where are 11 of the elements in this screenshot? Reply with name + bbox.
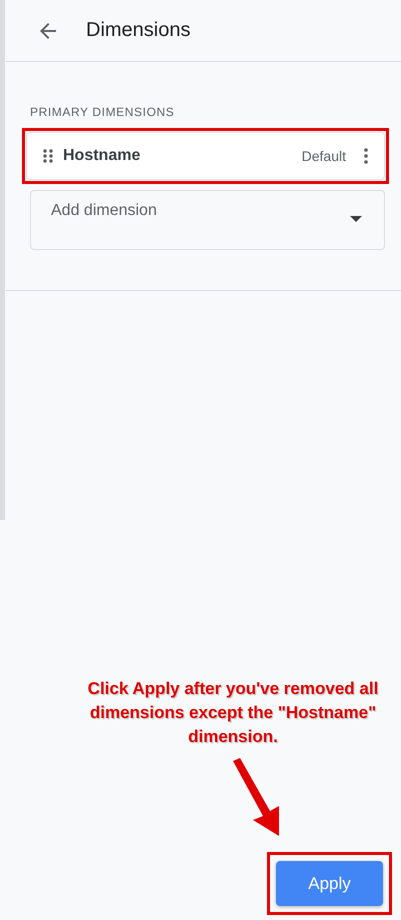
dimension-item[interactable]: Hostname Default <box>26 132 385 180</box>
drag-handle-icon[interactable] <box>43 149 53 163</box>
section-label: PRIMARY DIMENSIONS <box>30 105 176 119</box>
annotation-text: Click Apply after you've removed all dimensions except the "Hostname" dimension. <box>86 678 380 748</box>
dimension-name: Hostname <box>63 147 142 165</box>
default-tag: Default <box>302 148 346 164</box>
caret-icon[interactable] <box>350 216 362 222</box>
panel-title: Dimensions <box>86 19 190 42</box>
apply-button[interactable]: Apply <box>276 861 383 906</box>
add-dimension-field[interactable]: Add dimension <box>30 190 385 250</box>
more-options-icon[interactable] <box>364 148 368 164</box>
